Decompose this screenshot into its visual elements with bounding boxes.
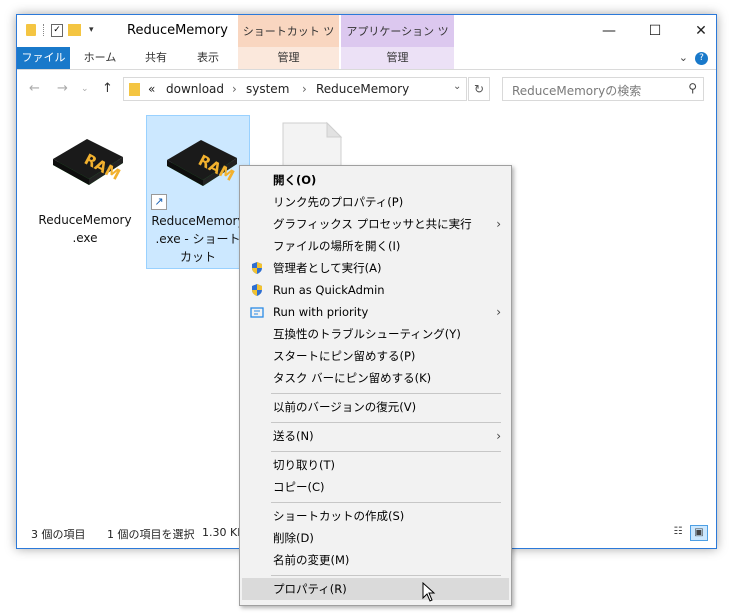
file-name: ReduceMemory .exe - ショート カット: [147, 212, 249, 266]
properties-quick-icon[interactable]: ✓: [51, 24, 63, 37]
tab-manage-application[interactable]: 管理: [341, 47, 454, 69]
up-button[interactable]: ↑: [102, 81, 113, 96]
shortcut-tools-tab: ショートカット ツール: [238, 15, 339, 72]
ram-icon: RAM: [167, 140, 237, 186]
file-name: ReduceMemory .exe: [33, 211, 137, 247]
item-count: 3 個の項目: [31, 528, 86, 541]
window-title: ReduceMemory: [127, 23, 228, 38]
application-tools-tab: アプリケーション ツール: [341, 15, 454, 72]
shortcut-arrow-icon: ↗: [151, 194, 167, 210]
maximize-button[interactable]: ☐: [632, 15, 678, 47]
menu-separator: [271, 502, 501, 503]
menu-item-open[interactable]: 開く(O): [242, 169, 509, 191]
title-bar[interactable]: ✓ ▾ ReduceMemory ショートカット ツール アプリケーション ツー…: [17, 15, 716, 72]
breadcrumb-separator[interactable]: ›: [302, 82, 307, 96]
tab-view[interactable]: 表示: [183, 47, 233, 69]
file-name-line: .exe: [72, 231, 98, 245]
uac-shield-icon: [252, 284, 262, 296]
folder-icon: [26, 24, 36, 36]
tab-home[interactable]: ホーム: [75, 47, 125, 69]
menu-item-run-as-quickadmin[interactable]: Run as QuickAdmin: [242, 279, 509, 301]
tab-manage-shortcut[interactable]: 管理: [238, 47, 339, 69]
forward-button[interactable]: →: [57, 81, 68, 96]
ribbon-collapse-icon[interactable]: ⌄: [679, 51, 688, 64]
tab-share[interactable]: 共有: [131, 47, 181, 69]
submenu-arrow-icon: ›: [496, 429, 501, 443]
menu-item-run-as-admin[interactable]: 管理者として実行(A): [242, 257, 509, 279]
menu-separator: [271, 451, 501, 452]
address-bar[interactable]: « download › system › ReduceMemory: [123, 77, 467, 101]
ribbon-tabs: ファイル ホーム 共有 表示 管理 管理 ⌄ ?: [17, 47, 716, 70]
menu-separator: [271, 393, 501, 394]
ram-icon: RAM: [53, 139, 123, 185]
search-icon: ⚲: [688, 81, 697, 95]
menu-item-delete[interactable]: 削除(D): [242, 527, 509, 549]
tab-file[interactable]: ファイル: [17, 47, 70, 69]
back-button[interactable]: ←: [29, 81, 40, 96]
priority-icon: [250, 307, 264, 318]
file-name-line: ReduceMemory: [151, 214, 245, 228]
menu-item-run-with-priority[interactable]: Run with priority ›: [242, 301, 509, 323]
menu-item-rename[interactable]: 名前の変更(M): [242, 549, 509, 571]
recent-locations-dropdown[interactable]: ⌄: [81, 84, 89, 94]
menu-item-cut[interactable]: 切り取り(T): [242, 454, 509, 476]
file-name-line: .exe - ショート: [155, 232, 241, 246]
menu-item-pin-taskbar[interactable]: タスク バーにピン留めする(K): [242, 367, 509, 389]
menu-item-pin-start[interactable]: スタートにピン留めする(P): [242, 345, 509, 367]
refresh-button[interactable]: ↻: [468, 77, 490, 101]
menu-separator: [271, 575, 501, 576]
search-placeholder: ReduceMemoryの検索: [512, 84, 642, 98]
menu-separator: [271, 422, 501, 423]
submenu-arrow-icon: ›: [496, 305, 501, 319]
address-dropdown-icon[interactable]: ⌄: [453, 81, 461, 92]
breadcrumb-system[interactable]: system: [246, 82, 289, 96]
quick-access-dropdown-icon[interactable]: ▾: [89, 25, 94, 41]
breadcrumb-reducememory[interactable]: ReduceMemory: [316, 82, 409, 96]
menu-item-copy[interactable]: コピー(C): [242, 476, 509, 498]
folder-icon: [129, 83, 140, 96]
file-item-selected[interactable]: RAM ↗ ReduceMemory .exe - ショート カット: [146, 115, 250, 269]
file-item[interactable]: RAM ReduceMemory .exe: [33, 115, 137, 269]
breadcrumb-overflow[interactable]: «: [148, 82, 155, 96]
new-folder-quick-icon[interactable]: [68, 24, 81, 36]
mouse-cursor-icon: [422, 582, 436, 602]
uac-shield-icon: [252, 262, 262, 274]
file-name-line: カット: [179, 250, 216, 264]
menu-item-restore-versions[interactable]: 以前のバージョンの復元(V): [242, 396, 509, 418]
context-menu: 開く(O) リンク先のプロパティ(P) グラフィックス プロセッサと共に実行 › …: [239, 165, 512, 606]
menu-item-properties[interactable]: プロパティ(R): [242, 578, 509, 600]
menu-item-compat-troubleshoot[interactable]: 互換性のトラブルシューティング(Y): [242, 323, 509, 345]
minimize-button[interactable]: —: [586, 15, 632, 47]
menu-item-open-file-location[interactable]: ファイルの場所を開く(I): [242, 235, 509, 257]
details-view-button[interactable]: ☷: [669, 525, 687, 541]
menu-item-send-to[interactable]: 送る(N) ›: [242, 425, 509, 447]
help-icon[interactable]: ?: [695, 52, 708, 65]
file-name-line: ReduceMemory: [38, 213, 132, 227]
large-icons-view-button[interactable]: ▣: [690, 525, 708, 541]
breadcrumb-download[interactable]: download: [166, 82, 224, 96]
selected-count: 1 個の項目を選択: [107, 528, 195, 541]
menu-item-run-with-gpu[interactable]: グラフィックス プロセッサと共に実行 ›: [242, 213, 509, 235]
close-button[interactable]: ✕: [678, 15, 724, 47]
breadcrumb-separator[interactable]: ›: [232, 82, 237, 96]
quick-access-separator: [43, 24, 45, 36]
search-input[interactable]: ReduceMemoryの検索 ⚲: [502, 77, 704, 101]
submenu-arrow-icon: ›: [496, 217, 501, 231]
menu-item-link-properties[interactable]: リンク先のプロパティ(P): [242, 191, 509, 213]
menu-item-create-shortcut[interactable]: ショートカットの作成(S): [242, 505, 509, 527]
